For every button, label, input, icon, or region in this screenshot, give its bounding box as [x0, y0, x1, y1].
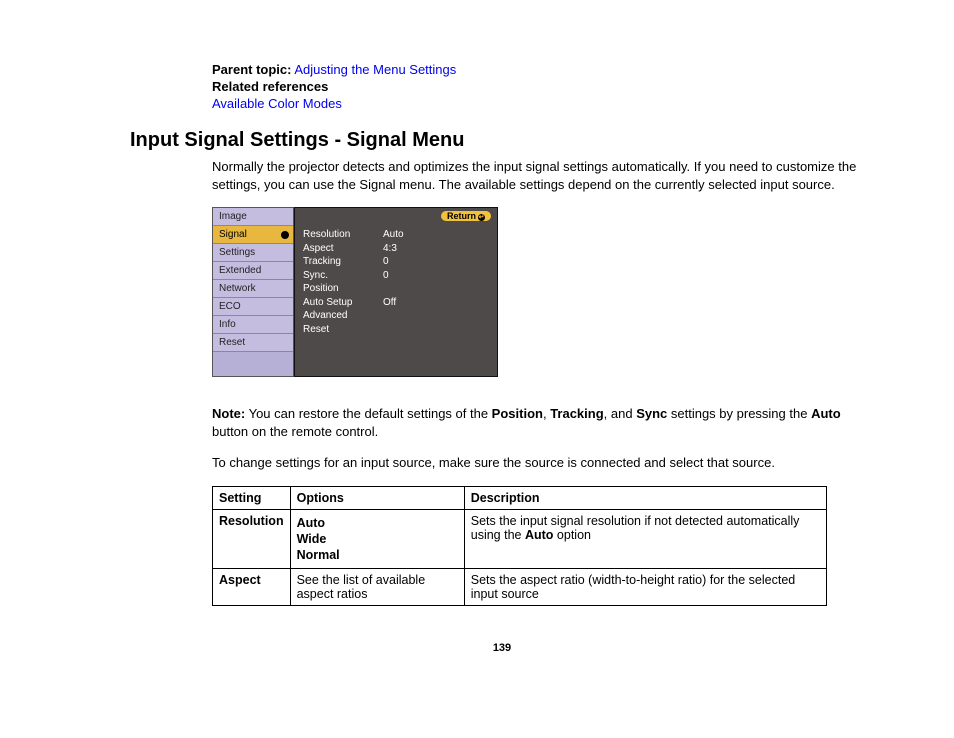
osd-tab-info: Info: [213, 316, 293, 334]
instruction-paragraph: To change settings for an input source, …: [212, 454, 874, 472]
table-row: Aspect See the list of available aspect …: [213, 568, 827, 605]
osd-tab-list: Image Signal Settings Extended Network E…: [212, 207, 294, 377]
note-label: Note:: [212, 406, 245, 421]
osd-return-label: Return: [447, 211, 476, 221]
osd-row: Aspect4:3: [303, 242, 489, 256]
osd-rows: ResolutionAuto Aspect4:3 Tracking0 Sync.…: [303, 228, 489, 336]
page-number: 139: [130, 642, 874, 654]
intro-paragraph: Normally the projector detects and optim…: [212, 158, 874, 193]
settings-table: Setting Options Description Resolution A…: [212, 486, 827, 606]
col-description: Description: [464, 486, 826, 509]
osd-return-button: Return↵: [441, 211, 491, 221]
osd-tab-reset: Reset: [213, 334, 293, 352]
osd-row: Sync.0: [303, 269, 489, 283]
osd-tab-extended: Extended: [213, 262, 293, 280]
table-row: Resolution Auto Wide Normal Sets the inp…: [213, 509, 827, 568]
osd-tab-image: Image: [213, 208, 293, 226]
option-item: Auto: [297, 516, 458, 530]
note-paragraph: Note: You can restore the default settin…: [212, 405, 874, 440]
osd-row: ResolutionAuto: [303, 228, 489, 242]
cell-setting: Aspect: [213, 568, 291, 605]
related-references-label: Related references: [212, 79, 874, 94]
osd-row: Auto SetupOff: [303, 296, 489, 310]
osd-tab-settings: Settings: [213, 244, 293, 262]
page-title: Input Signal Settings - Signal Menu: [130, 129, 874, 152]
table-header-row: Setting Options Description: [213, 486, 827, 509]
option-item: Wide: [297, 532, 458, 546]
cell-description: Sets the aspect ratio (width-to-height r…: [464, 568, 826, 605]
osd-row: Advanced: [303, 309, 489, 323]
col-options: Options: [290, 486, 464, 509]
osd-menu-screenshot: Image Signal Settings Extended Network E…: [212, 207, 498, 377]
cell-description: Sets the input signal resolution if not …: [464, 509, 826, 568]
option-item: Normal: [297, 548, 458, 562]
cell-options: Auto Wide Normal: [290, 509, 464, 568]
meta-block: Parent topic: Adjusting the Menu Setting…: [212, 62, 874, 111]
parent-topic-link[interactable]: Adjusting the Menu Settings: [294, 62, 456, 77]
osd-tab-signal: Signal: [213, 226, 293, 244]
osd-row: Position: [303, 282, 489, 296]
enter-icon: ↵: [478, 214, 485, 221]
col-setting: Setting: [213, 486, 291, 509]
related-references-link[interactable]: Available Color Modes: [212, 96, 342, 111]
osd-panel: Return↵ ResolutionAuto Aspect4:3 Trackin…: [294, 207, 498, 377]
osd-tab-network: Network: [213, 280, 293, 298]
cell-setting: Resolution: [213, 509, 291, 568]
parent-topic-label: Parent topic:: [212, 62, 291, 77]
cell-options: See the list of available aspect ratios: [290, 568, 464, 605]
osd-row: Tracking0: [303, 255, 489, 269]
osd-row: Reset: [303, 323, 489, 337]
osd-tab-eco: ECO: [213, 298, 293, 316]
parent-topic-line: Parent topic: Adjusting the Menu Setting…: [212, 62, 874, 77]
